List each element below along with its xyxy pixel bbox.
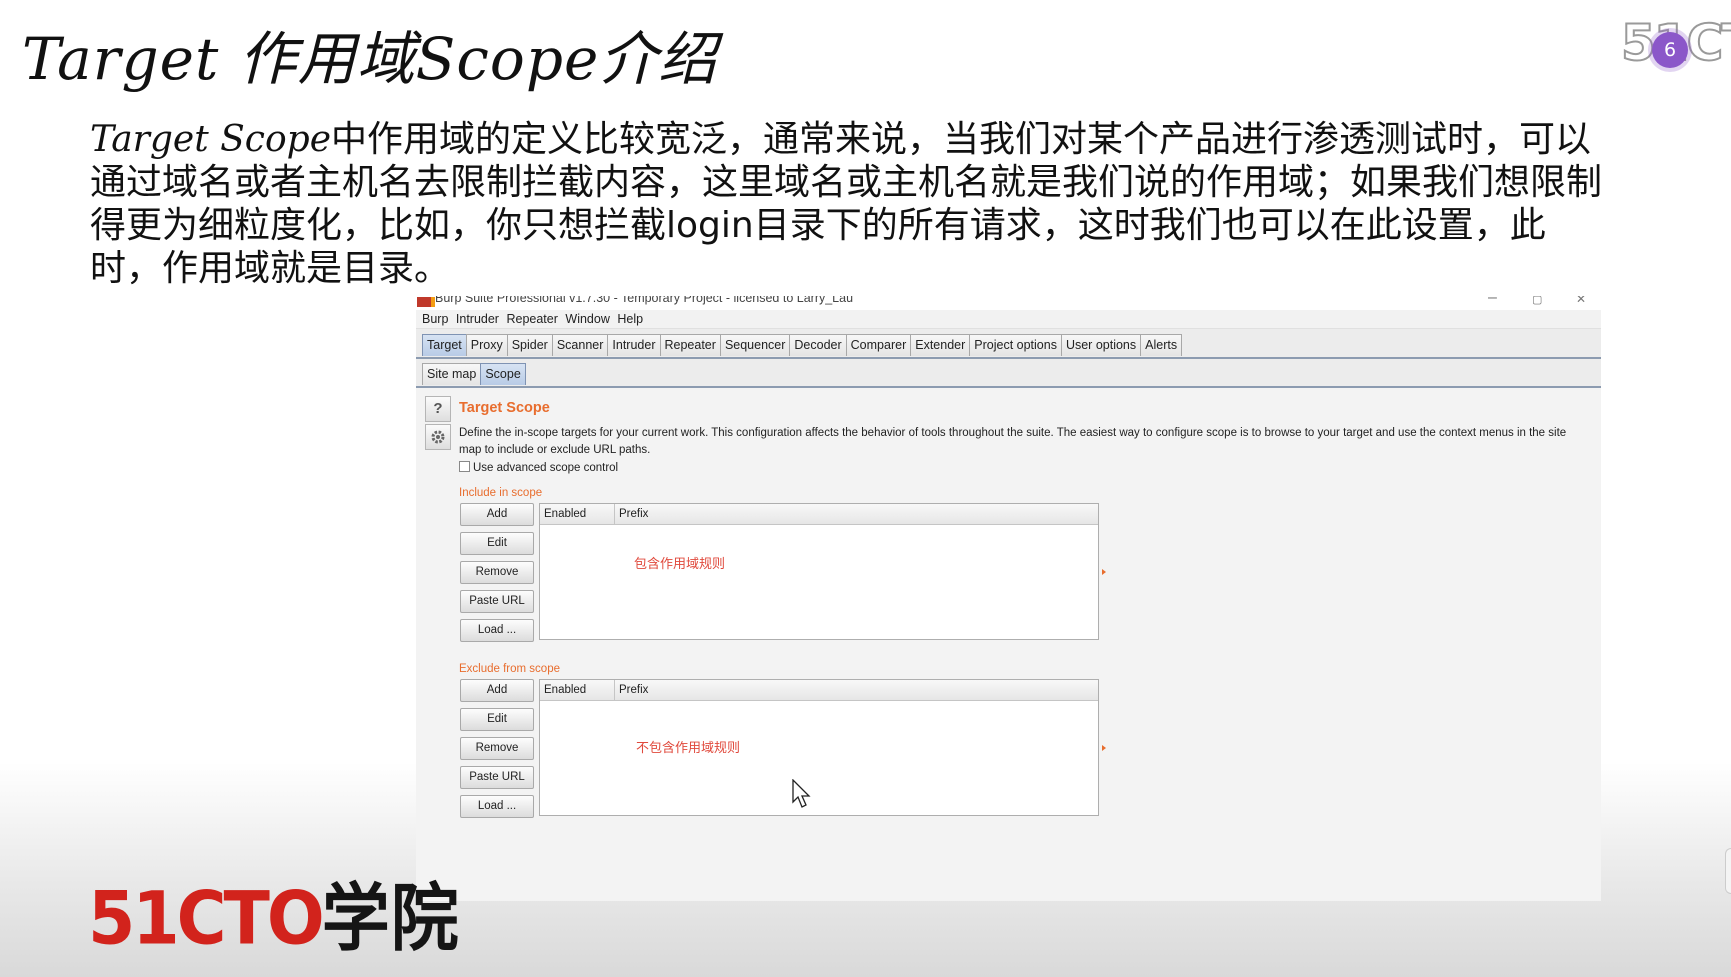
slide-body: Target Scope中作用域的定义比较宽泛，通常来说，当我们对某个产品进行渗… [90, 118, 1610, 290]
tab-extender[interactable]: Extender [910, 334, 971, 356]
advanced-scope-checkbox[interactable] [459, 461, 470, 472]
tab-alerts[interactable]: Alerts [1140, 334, 1183, 356]
tab-proxy[interactable]: Proxy [465, 334, 508, 356]
tab-user-options[interactable]: User options [1060, 334, 1142, 356]
tab-scanner[interactable]: Scanner [551, 334, 609, 356]
brand-logo: 51CTO学院 [88, 858, 460, 965]
include-load-button[interactable]: Load ... [460, 619, 534, 642]
include-scope-label: Include in scope [459, 487, 543, 499]
exclude-remove-button[interactable]: Remove [460, 737, 534, 760]
notification-badge[interactable]: 6 [1652, 32, 1688, 68]
side-handle[interactable] [1725, 848, 1731, 894]
burp-window: Burp Suite Professional v1.7.30 - Tempor… [416, 296, 1601, 901]
exclude-add-button[interactable]: Add [460, 679, 534, 702]
scope-description: Define the in-scope targets for your cur… [459, 427, 1567, 456]
exclude-expand-arrow-icon[interactable] [1102, 745, 1106, 751]
menubar: Burp Intruder Repeater Window Help [416, 310, 1601, 329]
tab-target[interactable]: Target [422, 334, 467, 356]
include-add-button[interactable]: Add [460, 503, 534, 526]
window-titlebar: Burp Suite Professional v1.7.30 - Tempor… [416, 296, 1601, 310]
include-col-prefix[interactable]: Prefix [615, 504, 648, 524]
help-icon[interactable]: ? [425, 396, 451, 422]
settings-gear-icon[interactable] [425, 424, 451, 450]
scope-panel: ? Target Scope Define the in-scope targe… [416, 388, 1601, 901]
exclude-scope-label: Exclude from scope [459, 663, 560, 675]
tab-sequencer[interactable]: Sequencer [719, 334, 791, 356]
advanced-scope-label: Use advanced scope control [473, 462, 619, 474]
exclude-edit-button[interactable]: Edit [460, 708, 534, 731]
advanced-scope-option[interactable]: Use advanced scope control [459, 461, 618, 474]
exclude-scope-table[interactable]: Enabled Prefix [539, 679, 1099, 816]
maximize-icon[interactable]: ▢ [1532, 296, 1542, 306]
minimize-icon[interactable]: – [1488, 296, 1497, 307]
subtab-scope[interactable]: Scope [480, 363, 526, 385]
tab-intruder[interactable]: Intruder [607, 334, 661, 356]
include-expand-arrow-icon[interactable] [1102, 569, 1106, 575]
burp-app-icon [417, 297, 435, 307]
exclude-paste-url-button[interactable]: Paste URL [460, 766, 534, 789]
tab-spider[interactable]: Spider [506, 334, 553, 356]
menu-window[interactable]: Window [565, 310, 609, 328]
section-title: Target Scope [459, 400, 550, 416]
exclude-annotation: 不包含作用域规则 [636, 741, 741, 756]
exclude-col-enabled[interactable]: Enabled [540, 680, 615, 700]
tab-comparer[interactable]: Comparer [845, 334, 912, 356]
menu-burp[interactable]: Burp [422, 310, 448, 328]
include-edit-button[interactable]: Edit [460, 532, 534, 555]
exclude-col-prefix[interactable]: Prefix [615, 680, 648, 700]
include-remove-button[interactable]: Remove [460, 561, 534, 584]
include-paste-url-button[interactable]: Paste URL [460, 590, 534, 613]
subtab-site-map[interactable]: Site map [422, 363, 482, 385]
menu-intruder[interactable]: Intruder [456, 310, 499, 328]
brand-number: 51CTO [88, 876, 325, 962]
include-annotation: 包含作用域规则 [634, 557, 726, 572]
include-col-enabled[interactable]: Enabled [540, 504, 615, 524]
window-title: Burp Suite Professional v1.7.30 - Tempor… [435, 296, 854, 305]
tab-decoder[interactable]: Decoder [789, 334, 847, 356]
close-icon[interactable]: ✕ [1576, 296, 1586, 306]
menu-help[interactable]: Help [617, 310, 643, 328]
include-scope-table[interactable]: Enabled Prefix [539, 503, 1099, 640]
exclude-load-button[interactable]: Load ... [460, 795, 534, 818]
sub-tabs: Site map Scope [416, 359, 1601, 388]
exclude-table-header: Enabled Prefix [540, 680, 1098, 701]
main-tabs: Target Proxy Spider Scanner Intruder Repeater… [416, 329, 1601, 359]
tab-project-options[interactable]: Project options [969, 334, 1062, 356]
mouse-cursor-icon [792, 779, 811, 808]
menu-repeater[interactable]: Repeater [506, 310, 557, 328]
brand-text: 学院 [321, 876, 460, 962]
include-table-header: Enabled Prefix [540, 504, 1098, 525]
tab-repeater[interactable]: Repeater [659, 334, 721, 356]
slide-body-term: Target Scope [90, 119, 331, 160]
slide-title: Target 作用域Scope介绍 [22, 25, 718, 93]
